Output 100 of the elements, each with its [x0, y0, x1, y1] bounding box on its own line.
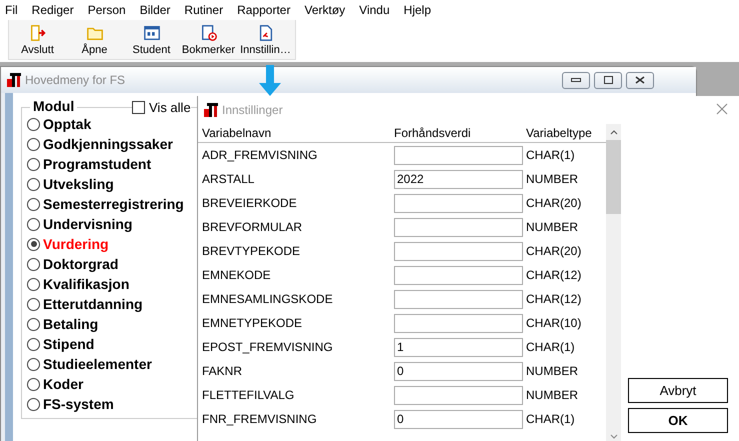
scroll-up-icon[interactable]	[610, 130, 618, 134]
table-cell-text: EMNEKODE	[201, 268, 272, 282]
column-header: Forhåndsverdi	[394, 126, 472, 140]
toolbar-button[interactable]: Innstillin…	[237, 20, 294, 59]
table-cell-text: CHAR(10)	[526, 316, 582, 330]
exit-door-icon	[28, 24, 46, 42]
radio-label: FS-system	[43, 396, 114, 412]
radio-button[interactable]	[27, 258, 40, 270]
menu-item[interactable]: Bilder	[134, 3, 180, 17]
table-cell-text: ARSTALL	[201, 172, 256, 186]
menu-item[interactable]: Rediger	[26, 3, 83, 17]
logo-icon	[204, 103, 218, 117]
radio-button[interactable]	[27, 138, 40, 150]
column-header: Variabelnavn	[201, 126, 272, 140]
value-field[interactable]	[394, 242, 523, 260]
toolbar-button[interactable]: Avslutt	[9, 20, 66, 59]
radio-button[interactable]	[27, 398, 40, 410]
table-cell-text: FAKNR	[201, 364, 244, 378]
radio-label: Studieelementer	[43, 356, 152, 372]
radio-button[interactable]	[27, 278, 40, 290]
calendar-icon	[142, 24, 160, 42]
table-cell-text: EPOST_FREMVISNING	[201, 340, 334, 354]
menu-item[interactable]: Fil	[0, 3, 27, 17]
radio-label: Opptak	[43, 116, 92, 132]
radio-button[interactable]	[27, 158, 40, 170]
radio-button[interactable]	[27, 198, 40, 210]
close-button[interactable]	[626, 72, 654, 88]
radio-button[interactable]	[27, 318, 40, 330]
radio-label: Undervisning	[43, 216, 132, 232]
table-cell-text: BREVTYPEKODE	[201, 244, 302, 258]
radio-label: Betaling	[43, 316, 98, 332]
radio-button[interactable]	[27, 218, 40, 230]
checkbox[interactable]	[132, 101, 145, 114]
table-cell-text: BREVFORMULAR	[201, 220, 304, 234]
radio-label: Semesterregistrering	[43, 196, 184, 212]
value-field[interactable]	[394, 386, 523, 404]
value-field[interactable]	[394, 194, 523, 212]
table-cell-text: CHAR(12)	[526, 292, 582, 306]
table-cell-text: BREVEIERKODE	[201, 196, 298, 210]
table-cell-text: CHAR(1)	[526, 340, 576, 354]
table-cell-text: FNR_FREMVISNING	[201, 412, 318, 426]
dialog-button[interactable]: OK	[628, 408, 728, 433]
radio-label: Stipend	[43, 336, 94, 352]
toolbar-button[interactable]: Åpne	[66, 20, 123, 59]
value-field[interactable]	[394, 314, 523, 332]
radio-button[interactable]	[27, 378, 40, 390]
window-title: Hovedmeny for FS	[25, 73, 126, 87]
table-cell-text: FLETTEFILVALG	[201, 388, 296, 402]
checkbox-label: Vis alle	[149, 100, 191, 115]
toolbar-button[interactable]: Bokmerker	[180, 20, 237, 59]
value-field[interactable]	[394, 146, 523, 164]
scroll-down-icon[interactable]	[610, 434, 618, 438]
menu-item[interactable]: Hjelp	[398, 3, 440, 17]
radio-button[interactable]	[27, 118, 40, 130]
menu-item[interactable]: Vindu	[354, 3, 399, 17]
column-header: Variabeltype	[526, 126, 593, 140]
radio-button[interactable]	[27, 178, 40, 190]
maximize-button[interactable]	[594, 72, 622, 88]
value-field[interactable]: 2022	[394, 170, 523, 188]
table-cell-text: CHAR(20)	[526, 196, 582, 210]
table-cell-text: CHAR(20)	[526, 244, 582, 258]
value-field[interactable]	[394, 266, 523, 284]
toolbar-button[interactable]: Student	[123, 20, 180, 59]
table-cell-text: EMNETYPEKODE	[201, 316, 304, 330]
minimize-button[interactable]	[562, 72, 590, 88]
radio-button[interactable]	[27, 298, 40, 310]
table-cell-text: ADR_FREMVISNING	[201, 148, 318, 162]
menu-item[interactable]: Person	[82, 3, 135, 17]
radio-label: Kvalifikasjon	[43, 276, 130, 292]
scrollbar-thumb[interactable]	[606, 140, 621, 214]
maximize-icon	[604, 76, 612, 84]
value-field[interactable]	[394, 290, 523, 308]
value-field[interactable]: 1	[394, 338, 523, 356]
value-field[interactable]: 0	[394, 410, 523, 428]
radio-button[interactable]	[27, 238, 40, 250]
group-title: Modul	[30, 98, 78, 114]
minimize-icon	[571, 78, 581, 82]
radio-label: Vurdering	[43, 236, 109, 252]
radio-label: Programstudent	[43, 156, 152, 172]
dialog-button[interactable]: Avbryt	[628, 378, 728, 403]
radio-label: Doktorgrad	[43, 256, 118, 272]
radio-button[interactable]	[27, 338, 40, 350]
scrollbar[interactable]	[606, 124, 621, 441]
bookmark-document-icon	[200, 24, 218, 42]
value-field[interactable]	[394, 218, 523, 236]
table-cell-text: NUMBER	[526, 364, 580, 378]
table-cell-text: EMNESAMLINGSKODE	[201, 292, 334, 306]
value-field[interactable]: 0	[394, 362, 523, 380]
dialog-title: Innstillinger	[222, 103, 283, 117]
radio-label: Koder	[43, 376, 84, 392]
table-cell-text: CHAR(1)	[526, 412, 576, 426]
table-cell-text: NUMBER	[526, 220, 580, 234]
close-icon	[635, 76, 645, 84]
menu-item[interactable]: Rapporter	[232, 3, 300, 17]
down-arrow-icon	[259, 65, 281, 96]
radio-label: Utveksling	[43, 176, 114, 192]
logo-icon	[7, 73, 21, 87]
menu-item[interactable]: Rutiner	[179, 3, 232, 17]
radio-button[interactable]	[27, 358, 40, 370]
menu-item[interactable]: Verktøy	[299, 3, 354, 17]
